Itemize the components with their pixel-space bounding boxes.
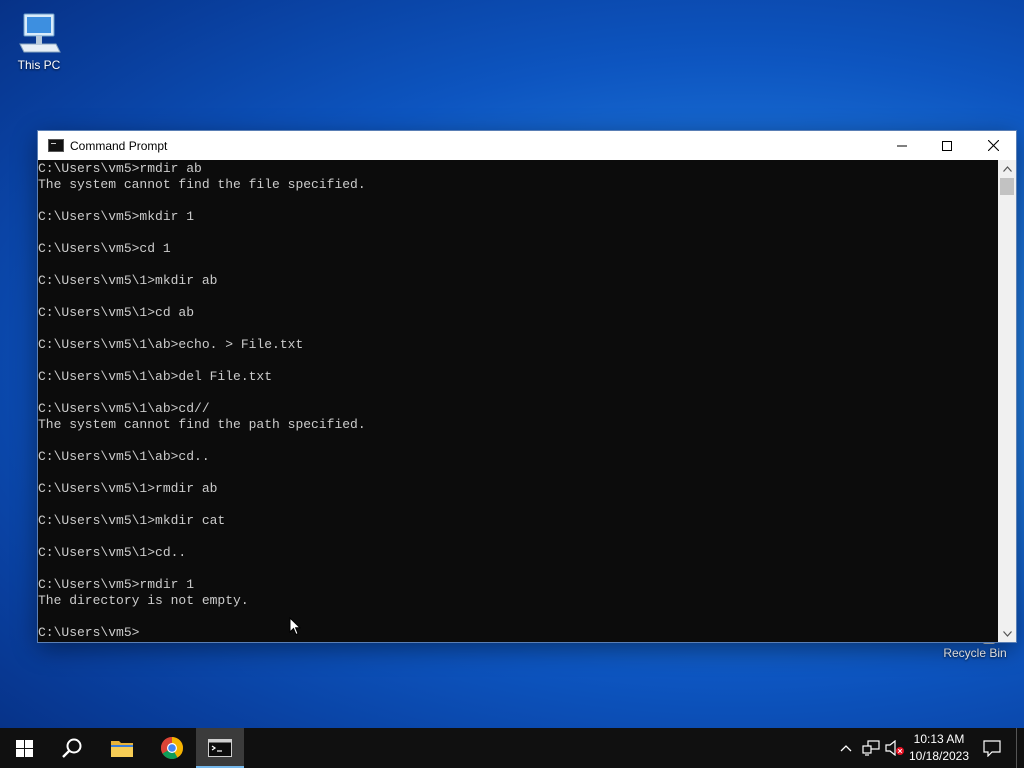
maximize-icon — [942, 140, 952, 151]
scroll-thumb[interactable] — [1000, 178, 1014, 195]
search-button[interactable] — [48, 728, 96, 768]
minimize-button[interactable] — [879, 131, 925, 160]
chevron-down-icon — [1002, 630, 1012, 637]
close-button[interactable] — [970, 131, 1016, 160]
console-line: C:\Users\vm5>rmdir ab — [38, 161, 202, 176]
console-line: C:\Users\vm5\1\ab>cd.. — [38, 449, 210, 464]
console-output[interactable]: C:\Users\vm5>rmdir ab The system cannot f… — [38, 160, 998, 643]
start-button[interactable] — [0, 728, 48, 768]
notification-icon — [983, 739, 1001, 757]
command-prompt-taskbar-button[interactable] — [196, 728, 244, 768]
search-icon — [62, 738, 82, 758]
command-prompt-icon — [208, 739, 232, 757]
console-line: The system cannot find the file specifie… — [38, 177, 366, 192]
vertical-scrollbar[interactable] — [998, 160, 1016, 642]
action-center-button[interactable] — [978, 728, 1006, 768]
recycle-bin-label: Recycle Bin — [943, 646, 1007, 660]
show-hidden-icons-button[interactable] — [836, 728, 856, 768]
network-button[interactable] — [860, 728, 882, 768]
mouse-cursor-icon — [289, 617, 301, 636]
chevron-up-icon — [1002, 165, 1012, 172]
this-pc-label: This PC — [17, 58, 61, 72]
close-icon — [987, 140, 999, 151]
file-explorer-icon — [111, 741, 133, 757]
console-line: C:\Users\vm5>mkdir 1 — [38, 209, 195, 224]
console-line: C:\Users\vm5>rmdir 1 — [38, 577, 195, 592]
console-line: C:\Users\vm5\1\ab>echo. > File.txt — [38, 337, 304, 352]
console-line: C:\Users\vm5\1\ab>cd// — [38, 401, 210, 416]
clock-date: 10/18/2023 — [908, 749, 970, 763]
window-title-bar[interactable]: Command Prompt — [38, 131, 1016, 160]
chrome-button[interactable] — [148, 728, 196, 768]
console-line: C:\Users\vm5\1>rmdir ab — [38, 481, 218, 496]
computer-icon — [19, 13, 61, 53]
taskbar: 10:13 AM 10/18/2023 — [0, 728, 1024, 768]
network-icon — [862, 740, 880, 756]
chevron-up-icon — [840, 745, 852, 752]
console-line: C:\Users\vm5\1>cd ab — [38, 305, 195, 320]
windows-start-icon — [15, 739, 33, 757]
minimize-icon — [897, 145, 907, 146]
console-line: C:\Users\vm5\1\ab>del File.txt — [38, 369, 273, 384]
console-line: C:\Users\vm5\1>mkdir ab — [38, 273, 218, 288]
clock-time: 10:13 AM — [913, 732, 965, 746]
scroll-up-button[interactable] — [998, 160, 1016, 177]
console-line: The system cannot find the path specifie… — [38, 417, 366, 432]
console-line: The directory is not empty. — [38, 593, 249, 608]
file-explorer-button[interactable] — [98, 728, 146, 768]
window-title: Command Prompt — [70, 138, 168, 153]
maximize-button[interactable] — [924, 131, 970, 160]
show-desktop-button[interactable] — [1016, 728, 1024, 768]
console-line: C:\Users\vm5> — [38, 625, 140, 640]
scroll-down-button[interactable] — [998, 625, 1016, 642]
command-prompt-window[interactable]: Command Prompt C:\Users\vm5>rmdir ab The … — [38, 131, 1016, 642]
this-pc-desktop-icon[interactable]: This PC — [0, 10, 78, 72]
system-clock[interactable]: 10:13 AM 10/18/2023 — [902, 728, 976, 768]
console-line: C:\Users\vm5\1>cd.. — [38, 545, 187, 560]
console-line: C:\Users\vm5\1>mkdir cat — [38, 513, 226, 528]
chrome-icon — [161, 737, 183, 759]
console-line: C:\Users\vm5>cd 1 — [38, 241, 171, 256]
command-prompt-title-icon — [48, 139, 64, 152]
